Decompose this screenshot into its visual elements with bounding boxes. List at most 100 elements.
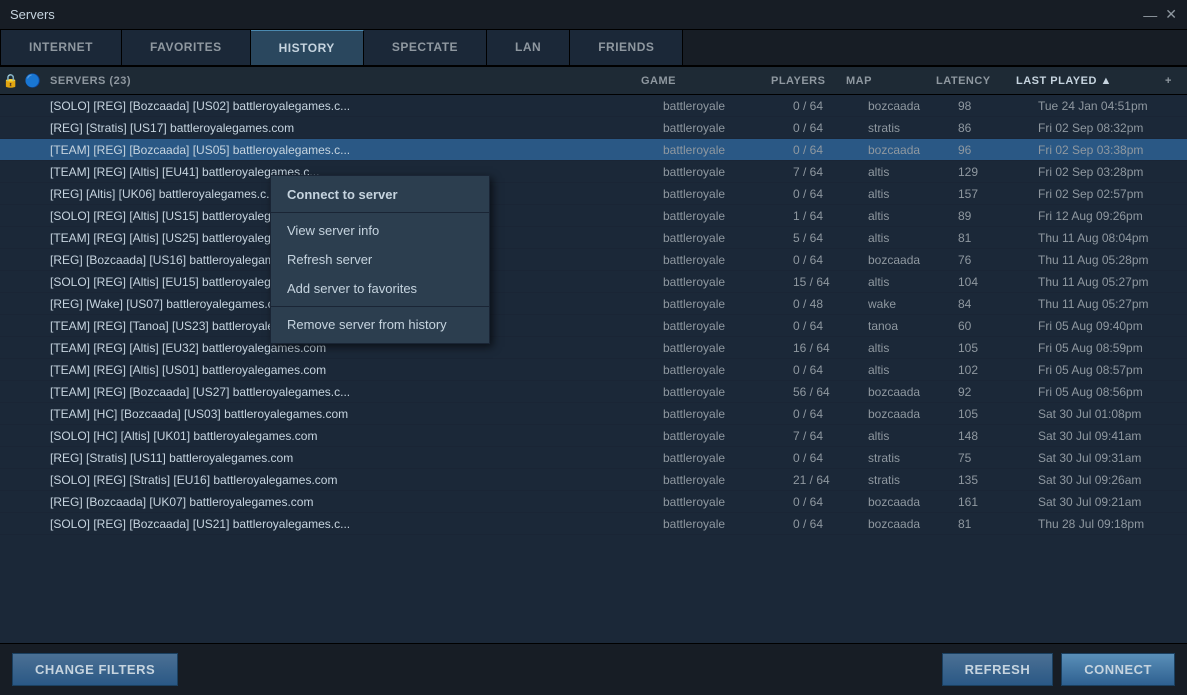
row-lastplayed: Tue 24 Jan 04:51pm (1032, 99, 1187, 113)
table-row[interactable]: [TEAM] [REG] [Altis] [US25] battleroyale… (0, 227, 1187, 249)
row-map: stratis (862, 473, 952, 487)
context-menu-item-2[interactable]: View server info (271, 216, 489, 245)
row-players: 7 / 64 (787, 429, 862, 443)
tab-bar: INTERNETFAVORITESHISTORYSPECTATELANFRIEN… (0, 30, 1187, 67)
row-map: wake (862, 297, 952, 311)
table-row[interactable]: [TEAM] [REG] [Altis] [US01] battleroyale… (0, 359, 1187, 381)
row-lastplayed: Fri 05 Aug 09:40pm (1032, 319, 1187, 333)
tab-favorites[interactable]: FAVORITES (122, 30, 251, 65)
row-latency: 89 (952, 209, 1032, 223)
row-latency: 96 (952, 143, 1032, 157)
row-server: [SOLO] [REG] [Bozcaada] [US21] battleroy… (44, 517, 657, 531)
col-server-header[interactable]: SERVERS (23) (44, 75, 635, 87)
row-game: battleroyale (657, 473, 787, 487)
table-row[interactable]: [REG] [Bozcaada] [UK07] battleroyalegame… (0, 491, 1187, 513)
row-latency: 81 (952, 231, 1032, 245)
row-server: [TEAM] [REG] [Bozcaada] [US27] battleroy… (44, 385, 657, 399)
title-bar-controls: — ✕ (1143, 6, 1177, 23)
main-window: Servers — ✕ INTERNETFAVORITESHISTORYSPEC… (0, 0, 1187, 695)
col-lock-header[interactable]: 🔒 (0, 73, 22, 89)
row-players: 0 / 64 (787, 319, 862, 333)
tab-lan[interactable]: LAN (487, 30, 570, 65)
table-row[interactable]: [SOLO] [HC] [Altis] [UK01] battleroyaleg… (0, 425, 1187, 447)
row-game: battleroyale (657, 143, 787, 157)
change-filters-button[interactable]: CHANGE FILTERS (12, 653, 178, 686)
context-menu-item-4[interactable]: Add server to favorites (271, 274, 489, 303)
table-row[interactable]: [REG] [Stratis] [US11] battleroyalegames… (0, 447, 1187, 469)
minimize-button[interactable]: — (1143, 6, 1157, 23)
table-row[interactable]: [REG] [Bozcaada] [US16] battleroyalegame… (0, 249, 1187, 271)
table-row[interactable]: [SOLO] [REG] [Altis] [US15] battleroyale… (0, 205, 1187, 227)
context-menu-separator (271, 212, 489, 213)
table-row[interactable]: [TEAM] [REG] [Altis] [EU41] battleroyale… (0, 161, 1187, 183)
row-map: altis (862, 363, 952, 377)
context-menu-item-3[interactable]: Refresh server (271, 245, 489, 274)
table-header: 🔒 🔵 SERVERS (23) GAME PLAYERS MAP LATENC… (0, 67, 1187, 95)
row-game: battleroyale (657, 275, 787, 289)
col-boost-header[interactable]: 🔵 (22, 73, 44, 89)
row-game: battleroyale (657, 429, 787, 443)
col-map-header[interactable]: MAP (840, 75, 930, 87)
row-players: 1 / 64 (787, 209, 862, 223)
row-map: bozcaada (862, 99, 952, 113)
row-latency: 98 (952, 99, 1032, 113)
table-row[interactable]: [TEAM] [HC] [Bozcaada] [US03] battleroya… (0, 403, 1187, 425)
table-row[interactable]: [REG] [Altis] [UK06] battleroyalegames.c… (0, 183, 1187, 205)
row-game: battleroyale (657, 341, 787, 355)
server-table[interactable]: [SOLO] [REG] [Bozcaada] [US02] battleroy… (0, 95, 1187, 643)
row-players: 0 / 64 (787, 407, 862, 421)
tab-internet[interactable]: INTERNET (0, 30, 122, 65)
row-game: battleroyale (657, 385, 787, 399)
table-row[interactable]: [REG] [Stratis] [US17] battleroyalegames… (0, 117, 1187, 139)
refresh-button[interactable]: REFRESH (942, 653, 1054, 686)
row-game: battleroyale (657, 517, 787, 531)
row-lastplayed: Sat 30 Jul 09:31am (1032, 451, 1187, 465)
close-button[interactable]: ✕ (1165, 6, 1177, 23)
row-map: altis (862, 209, 952, 223)
row-players: 0 / 64 (787, 187, 862, 201)
row-game: battleroyale (657, 99, 787, 113)
col-lastplayed-header[interactable]: LAST PLAYED ▲ (1010, 75, 1165, 87)
table-row[interactable]: [SOLO] [REG] [Bozcaada] [US02] battleroy… (0, 95, 1187, 117)
context-menu-item-0[interactable]: Connect to server (271, 180, 489, 209)
table-row[interactable]: [SOLO] [REG] [Stratis] [EU16] battleroya… (0, 469, 1187, 491)
row-latency: 102 (952, 363, 1032, 377)
row-game: battleroyale (657, 297, 787, 311)
table-row[interactable]: [TEAM] [REG] [Altis] [EU32] battleroyale… (0, 337, 1187, 359)
row-lastplayed: Thu 11 Aug 05:27pm (1032, 275, 1187, 289)
table-row[interactable]: [TEAM] [REG] [Bozcaada] [US05] battleroy… (0, 139, 1187, 161)
table-row[interactable]: [SOLO] [REG] [Bozcaada] [US21] battleroy… (0, 513, 1187, 535)
row-map: bozcaada (862, 143, 952, 157)
tab-spectate[interactable]: SPECTATE (364, 30, 487, 65)
row-players: 0 / 64 (787, 121, 862, 135)
row-map: altis (862, 429, 952, 443)
col-latency-header[interactable]: LATENCY (930, 75, 1010, 87)
row-latency: 157 (952, 187, 1032, 201)
row-map: bozcaada (862, 385, 952, 399)
row-latency: 76 (952, 253, 1032, 267)
row-map: tanoa (862, 319, 952, 333)
context-menu-item-6[interactable]: Remove server from history (271, 310, 489, 339)
connect-button[interactable]: CONNECT (1061, 653, 1175, 686)
tab-history[interactable]: HISTORY (251, 30, 364, 65)
col-game-header[interactable]: GAME (635, 75, 765, 87)
row-latency: 60 (952, 319, 1032, 333)
row-map: bozcaada (862, 407, 952, 421)
table-row[interactable]: [TEAM] [REG] [Tanoa] [US23] battleroyale… (0, 315, 1187, 337)
row-map: stratis (862, 451, 952, 465)
row-lastplayed: Fri 12 Aug 09:26pm (1032, 209, 1187, 223)
tab-friends[interactable]: FRIENDS (570, 30, 683, 65)
table-row[interactable]: [REG] [Wake] [US07] battleroyalegames.co… (0, 293, 1187, 315)
row-latency: 75 (952, 451, 1032, 465)
row-game: battleroyale (657, 209, 787, 223)
table-row[interactable]: [TEAM] [REG] [Bozcaada] [US27] battleroy… (0, 381, 1187, 403)
col-add-header[interactable]: + (1165, 75, 1187, 87)
row-latency: 129 (952, 165, 1032, 179)
row-players: 0 / 64 (787, 517, 862, 531)
row-game: battleroyale (657, 187, 787, 201)
table-row[interactable]: [SOLO] [REG] [Altis] [EU15] battleroyale… (0, 271, 1187, 293)
row-map: stratis (862, 121, 952, 135)
row-latency: 84 (952, 297, 1032, 311)
col-players-header[interactable]: PLAYERS (765, 75, 840, 87)
row-server: [REG] [Stratis] [US11] battleroyalegames… (44, 451, 657, 465)
